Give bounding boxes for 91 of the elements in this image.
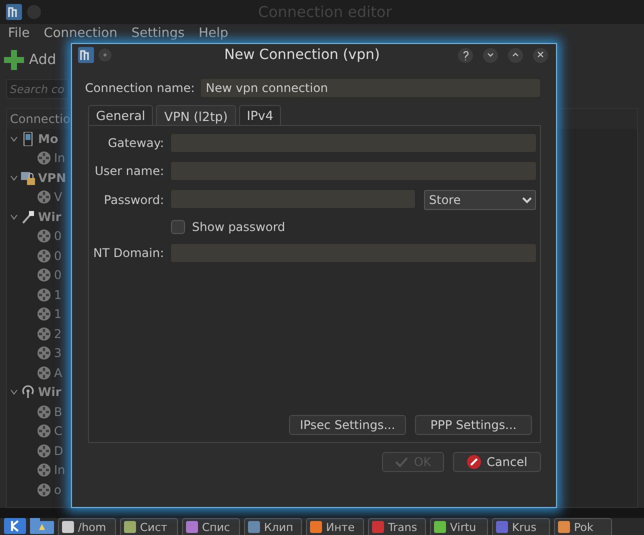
list-item[interactable]: C bbox=[54, 424, 62, 438]
taskbar-button[interactable]: Virtu bbox=[430, 518, 488, 535]
taskbar-button[interactable]: Инте bbox=[306, 518, 364, 535]
list-item[interactable]: o bbox=[54, 482, 62, 497]
check-icon bbox=[394, 456, 408, 468]
phone-icon bbox=[21, 132, 35, 146]
launcher-icon bbox=[4, 518, 26, 534]
expander-icon[interactable] bbox=[10, 174, 18, 182]
list-item[interactable]: 3 bbox=[54, 346, 62, 360]
taskbar-button[interactable]: Pok bbox=[554, 518, 612, 535]
field-label: Password: bbox=[102, 193, 164, 207]
taskbar-button[interactable]: Спис bbox=[182, 518, 240, 535]
taskbar-button[interactable]: Krus bbox=[492, 518, 550, 535]
network-icon bbox=[37, 229, 51, 244]
expander-icon[interactable] bbox=[10, 212, 18, 221]
list-item[interactable]: 0 bbox=[54, 248, 62, 263]
help-icon[interactable] bbox=[461, 50, 470, 60]
network-icon bbox=[37, 190, 51, 204]
app-icon bbox=[6, 4, 22, 20]
network-icon bbox=[37, 404, 51, 419]
network-icon bbox=[37, 346, 51, 360]
list-item[interactable]: In bbox=[54, 463, 66, 478]
settings-button[interactable]: PPP Settings... bbox=[415, 415, 532, 435]
app-icon bbox=[558, 521, 570, 533]
tab[interactable]: General bbox=[88, 105, 154, 125]
cable-icon bbox=[21, 210, 35, 224]
network-icon bbox=[37, 463, 51, 478]
app-icon bbox=[78, 47, 94, 63]
menu-item[interactable]: Settings bbox=[131, 26, 185, 41]
field-label: NT Domain: bbox=[93, 246, 164, 260]
taskbar-button[interactable]: Сист bbox=[120, 518, 178, 535]
list-item[interactable]: 1 bbox=[54, 288, 62, 302]
group-label[interactable]: Mo bbox=[38, 132, 58, 146]
cancel-button[interactable]: Cancel bbox=[453, 452, 541, 472]
tab[interactable]: VPN (l2tp) bbox=[156, 105, 236, 125]
store-dropdown[interactable]: Store bbox=[424, 190, 536, 210]
app-icon bbox=[124, 521, 136, 533]
app-icon bbox=[62, 521, 74, 533]
cancel-icon bbox=[466, 455, 481, 469]
app-icon bbox=[434, 521, 446, 533]
menu-item[interactable]: Connection bbox=[44, 26, 118, 41]
dialog-title: New Connection (vpn) bbox=[223, 47, 381, 63]
search-field[interactable]: Search co bbox=[6, 79, 69, 99]
network-icon bbox=[37, 444, 51, 458]
network-icon bbox=[37, 248, 51, 263]
menu-button-icon bbox=[98, 48, 112, 62]
network-icon bbox=[37, 482, 51, 497]
settings-button[interactable]: IPsec Settings... bbox=[289, 415, 406, 435]
network-icon bbox=[37, 326, 51, 341]
network-icon bbox=[37, 366, 51, 380]
network-icon bbox=[37, 268, 51, 282]
expander-icon[interactable] bbox=[10, 388, 18, 396]
list-item[interactable]: 0 bbox=[54, 229, 62, 244]
list-item[interactable]: D bbox=[54, 444, 64, 458]
plus-icon bbox=[4, 50, 24, 70]
app-icon bbox=[248, 521, 260, 533]
taskbar-button[interactable]: /hom bbox=[58, 518, 116, 535]
list-item[interactable]: B bbox=[54, 404, 62, 419]
list-item[interactable]: 2 bbox=[54, 326, 62, 341]
menu-item[interactable]: Help bbox=[198, 26, 228, 41]
antenna-icon bbox=[21, 385, 35, 400]
list-item[interactable]: A bbox=[54, 366, 62, 380]
folder-icon bbox=[30, 518, 54, 534]
taskbar-button[interactable]: Клип bbox=[244, 518, 302, 535]
checkbox-label[interactable]: Show password bbox=[192, 220, 286, 234]
app-icon bbox=[186, 521, 198, 533]
list-item[interactable]: 0 bbox=[54, 268, 62, 282]
field-label: Gateway: bbox=[106, 136, 164, 150]
network-icon bbox=[37, 151, 51, 166]
lock-icon bbox=[21, 170, 35, 185]
field-label: Connection name: bbox=[85, 81, 195, 95]
network-icon bbox=[37, 307, 51, 322]
field-label: User name: bbox=[94, 164, 164, 178]
group-label[interactable]: Wir bbox=[38, 210, 62, 224]
list-item[interactable]: In bbox=[54, 151, 66, 166]
app-icon bbox=[310, 521, 322, 533]
group-label[interactable]: Wir bbox=[38, 385, 62, 400]
taskbar-button[interactable]: Trans bbox=[368, 518, 426, 535]
app-icon bbox=[372, 521, 384, 533]
add-button[interactable]: Add bbox=[4, 50, 56, 70]
list-item[interactable]: 1 bbox=[54, 307, 62, 322]
connection-name-field[interactable]: New vpn connection bbox=[200, 79, 540, 97]
app-icon bbox=[496, 521, 508, 533]
list-item[interactable]: V bbox=[54, 190, 62, 204]
network-icon bbox=[37, 288, 51, 302]
group-label[interactable]: VPN bbox=[38, 170, 66, 185]
tab[interactable]: IPv4 bbox=[238, 105, 282, 125]
expander-icon[interactable] bbox=[10, 134, 18, 143]
menu-item[interactable]: File bbox=[8, 26, 30, 41]
network-icon bbox=[37, 424, 51, 438]
checkbox[interactable] bbox=[171, 220, 185, 234]
